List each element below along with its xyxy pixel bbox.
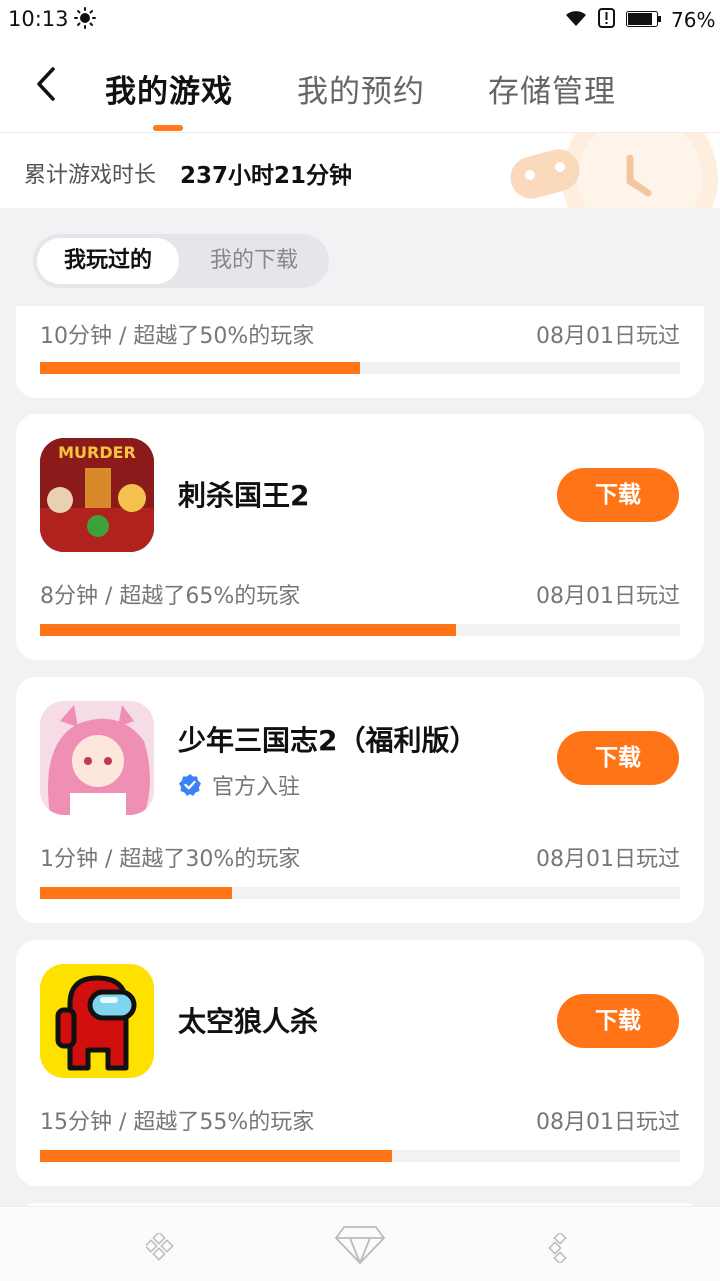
- game-name: 少年三国志2（福利版）: [178, 724, 478, 757]
- progress-fill: [40, 1150, 392, 1162]
- game-icon: [40, 701, 154, 815]
- diamond-icon[interactable]: [334, 1225, 386, 1265]
- played-date: 08月01日玩过: [536, 847, 680, 872]
- progress-bar: [40, 887, 680, 899]
- svg-text:MURDER: MURDER: [58, 443, 136, 462]
- play-stat: 1分钟 / 超越了30%的玩家: [40, 847, 301, 872]
- header: 我的游戏 我的预约 存储管理: [0, 38, 720, 133]
- alert-icon: [598, 8, 615, 28]
- game-list[interactable]: 10分钟 / 超越了50%的玩家 08月01日玩过 MURDER 刺杀国王2 下…: [0, 306, 720, 1206]
- progress-fill: [40, 624, 456, 636]
- total-play-time-value: 237小时21分钟: [180, 163, 353, 189]
- verified-icon: [179, 774, 201, 796]
- play-stat: 10分钟 / 超越了50%的玩家: [40, 324, 315, 349]
- play-stat: 15分钟 / 超越了55%的玩家: [40, 1110, 315, 1135]
- active-tab-indicator: [153, 125, 183, 131]
- bottom-navigation: [0, 1206, 720, 1281]
- battery-percentage: 76%: [671, 8, 716, 32]
- download-button[interactable]: 下载: [557, 994, 679, 1048]
- progress-fill: [40, 362, 360, 374]
- tab-my-reservations[interactable]: 我的预约: [297, 66, 425, 111]
- back-arrow-icon[interactable]: [26, 64, 66, 104]
- game-card[interactable]: 少年三国志2（福利版） 官方入驻 下载 1分钟 / 超越了30%的玩家 08月0…: [16, 677, 704, 923]
- game-name: 太空狼人杀: [178, 1005, 319, 1038]
- play-stat: 8分钟 / 超越了65%的玩家: [40, 584, 301, 609]
- brightness-icon: [74, 7, 96, 29]
- game-icon: [40, 964, 154, 1078]
- official-badge: 官方入驻: [178, 769, 300, 801]
- filter-toggle: 我玩过的 我的下载: [33, 234, 329, 288]
- game-controller-icon[interactable]: [146, 1233, 174, 1261]
- game-name: 刺杀国王2: [178, 479, 310, 512]
- battery-icon: [626, 11, 661, 27]
- tab-my-games[interactable]: 我的游戏: [105, 66, 233, 111]
- played-date: 08月01日玩过: [536, 324, 680, 349]
- official-badge-label: 官方入驻: [212, 775, 301, 800]
- progress-bar: [40, 624, 680, 636]
- filter-downloads[interactable]: 我的下载: [183, 238, 325, 284]
- status-time: 10:13: [8, 7, 69, 31]
- progress-fill: [40, 887, 232, 899]
- download-button[interactable]: 下载: [557, 731, 679, 785]
- game-icon: MURDER: [40, 438, 154, 552]
- progress-bar: [40, 362, 680, 374]
- game-card[interactable]: MURDER 刺杀国王2 下载 8分钟 / 超越了65%的玩家 08月01日玩过: [16, 414, 704, 660]
- clock-gamepad-decoration: [510, 133, 718, 208]
- total-play-time-label: 累计游戏时长: [24, 163, 157, 188]
- progress-bar: [40, 1150, 680, 1162]
- game-card[interactable]: 太空狼人杀 下载 15分钟 / 超越了55%的玩家 08月01日玩过: [16, 940, 704, 1186]
- filter-played[interactable]: 我玩过的: [37, 238, 179, 284]
- status-bar: 10:13 76%: [0, 0, 720, 38]
- wifi-icon: [566, 11, 586, 26]
- played-date: 08月01日玩过: [536, 1110, 680, 1135]
- category-icon[interactable]: [548, 1233, 572, 1263]
- play-time-summary: 累计游戏时长 237小时21分钟: [0, 133, 720, 208]
- game-card[interactable]: 10分钟 / 超越了50%的玩家 08月01日玩过: [16, 306, 704, 398]
- tab-storage-management[interactable]: 存储管理: [488, 66, 616, 111]
- played-date: 08月01日玩过: [536, 584, 680, 609]
- download-button[interactable]: 下载: [557, 468, 679, 522]
